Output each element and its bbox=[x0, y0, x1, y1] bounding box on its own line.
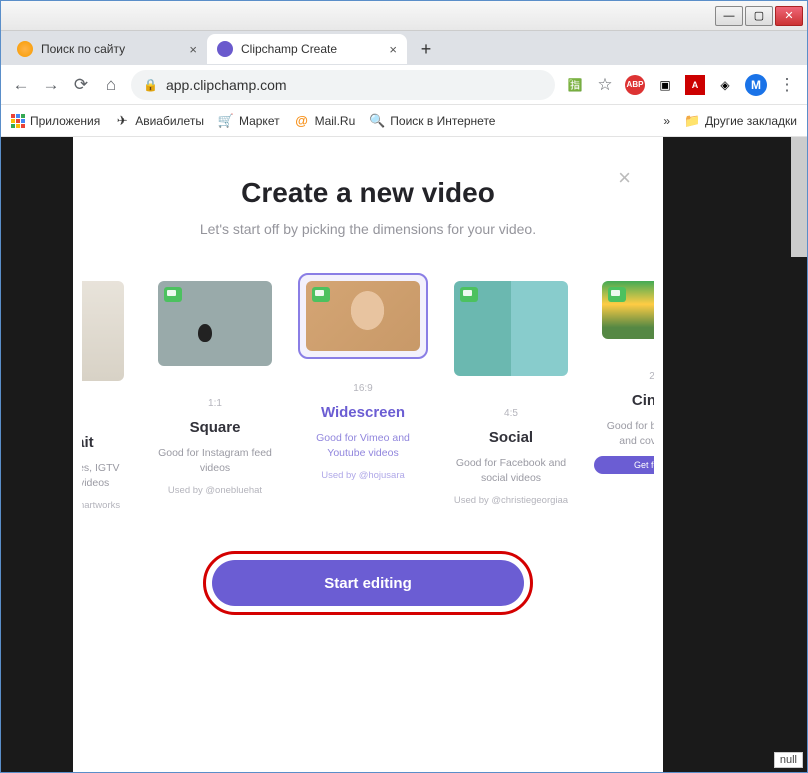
close-tab-icon[interactable]: × bbox=[389, 42, 397, 57]
format-card-portrait[interactable]: 9:16 Portrait Good for stories, IGTV and… bbox=[82, 273, 132, 511]
thumbnail bbox=[306, 281, 420, 351]
other-bookmarks[interactable]: 📁Другие закладки bbox=[684, 113, 797, 129]
bookmarks-bar: Приложения ✈Авиабилеты 🛒Маркет @Mail.Ru … bbox=[1, 105, 807, 137]
format-card-cinema[interactable]: 21:9 Cinema Good for blog headers and co… bbox=[594, 273, 654, 511]
at-icon: @ bbox=[294, 113, 310, 129]
profile-avatar[interactable]: M bbox=[745, 74, 767, 96]
bookmark-mailru[interactable]: @Mail.Ru bbox=[294, 113, 356, 129]
favicon-icon bbox=[217, 41, 233, 57]
aspect-ratio: 4:5 bbox=[446, 408, 576, 419]
close-modal-icon[interactable]: × bbox=[618, 165, 631, 191]
format-desc: Good for Facebook and social videos bbox=[446, 456, 576, 485]
window-titlebar: — ▢ ✕ bbox=[1, 1, 807, 31]
format-credit: Used by @onebluehat bbox=[150, 485, 280, 496]
favicon-icon bbox=[17, 41, 33, 57]
bookmark-avia[interactable]: ✈Авиабилеты bbox=[114, 113, 204, 129]
thumbnail bbox=[158, 281, 272, 366]
template-badge-icon bbox=[312, 287, 330, 302]
cart-icon: 🛒 bbox=[218, 113, 234, 129]
format-credit: Used by @hojusara bbox=[298, 470, 428, 481]
close-window-button[interactable]: ✕ bbox=[775, 6, 803, 26]
get-featured-pill[interactable]: Get featured bbox=[594, 456, 654, 474]
null-indicator: null bbox=[774, 752, 803, 768]
aspect-ratio: 9:16 bbox=[82, 413, 132, 424]
browser-tab-strip: Поиск по сайту × Clipchamp Create × + bbox=[1, 31, 807, 65]
create-video-modal: × Create a new video Let's start off by … bbox=[73, 137, 663, 772]
format-card-widescreen[interactable]: 16:9 Widescreen Good for Vimeo and Youtu… bbox=[298, 273, 428, 511]
aspect-ratio: 16:9 bbox=[298, 383, 428, 394]
close-tab-icon[interactable]: × bbox=[189, 42, 197, 57]
menu-icon[interactable]: ⋮ bbox=[777, 75, 797, 95]
template-badge-icon bbox=[460, 287, 478, 302]
format-credit: Used by @catrinartworks bbox=[82, 500, 132, 511]
browser-toolbar: ← → ⟳ ⌂ 🔒 app.clipchamp.com 🈯 ☆ ABP ▣ A … bbox=[1, 65, 807, 105]
thumbnail bbox=[454, 281, 568, 376]
search-icon: 🔍 bbox=[369, 113, 385, 129]
format-cards: 9:16 Portrait Good for stories, IGTV and… bbox=[73, 273, 663, 511]
thumbnail bbox=[602, 281, 654, 339]
extension-icon-2[interactable]: ◈ bbox=[715, 75, 735, 95]
page-content: × Create a new video Let's start off by … bbox=[1, 137, 807, 772]
minimize-button[interactable]: — bbox=[715, 6, 743, 26]
apps-bookmark[interactable]: Приложения bbox=[11, 114, 100, 128]
template-badge-icon bbox=[164, 287, 182, 302]
start-editing-button[interactable]: Start editing bbox=[212, 560, 524, 606]
format-desc: Good for Vimeo and Youtube videos bbox=[298, 431, 428, 460]
lock-icon: 🔒 bbox=[143, 78, 158, 92]
extension-icon[interactable]: ▣ bbox=[655, 75, 675, 95]
new-tab-button[interactable]: + bbox=[413, 36, 439, 62]
scrollbar[interactable] bbox=[791, 137, 807, 257]
maximize-button[interactable]: ▢ bbox=[745, 6, 773, 26]
bookmarks-overflow[interactable]: » bbox=[663, 114, 670, 128]
url-text: app.clipchamp.com bbox=[166, 77, 287, 93]
address-bar[interactable]: 🔒 app.clipchamp.com bbox=[131, 70, 555, 100]
format-name: Cinema bbox=[594, 392, 654, 409]
format-card-social[interactable]: 4:5 Social Good for Facebook and social … bbox=[446, 273, 576, 511]
template-badge-icon bbox=[608, 287, 626, 302]
browser-tab-1[interactable]: Clipchamp Create × bbox=[207, 34, 407, 64]
format-desc: Good for Instagram feed videos bbox=[150, 446, 280, 475]
aspect-ratio: 1:1 bbox=[150, 398, 280, 409]
modal-title: Create a new video bbox=[73, 177, 663, 209]
reload-button[interactable]: ⟳ bbox=[71, 75, 91, 95]
aspect-ratio: 21:9 bbox=[594, 371, 654, 382]
format-name: Portrait bbox=[82, 434, 132, 451]
bookmark-star-icon[interactable]: ☆ bbox=[595, 75, 615, 95]
forward-button[interactable]: → bbox=[41, 75, 61, 95]
adblock-icon[interactable]: ABP bbox=[625, 75, 645, 95]
plane-icon: ✈ bbox=[114, 113, 130, 129]
acrobat-icon[interactable]: A bbox=[685, 75, 705, 95]
format-name: Square bbox=[150, 419, 280, 436]
cta-highlight: Start editing bbox=[203, 551, 533, 615]
format-card-square[interactable]: 1:1 Square Good for Instagram feed video… bbox=[150, 273, 280, 511]
apps-grid-icon bbox=[11, 114, 25, 128]
format-name: Social bbox=[446, 429, 576, 446]
thumbnail bbox=[82, 281, 124, 381]
format-name: Widescreen bbox=[298, 404, 428, 421]
modal-subtitle: Let's start off by picking the dimension… bbox=[73, 221, 663, 237]
browser-tab-0[interactable]: Поиск по сайту × bbox=[7, 34, 207, 64]
back-button[interactable]: ← bbox=[11, 75, 31, 95]
format-desc: Good for stories, IGTV and mobile videos bbox=[82, 461, 132, 490]
format-desc: Good for blog headers and cover videos bbox=[594, 419, 654, 448]
home-button[interactable]: ⌂ bbox=[101, 75, 121, 95]
folder-icon: 📁 bbox=[684, 113, 700, 129]
translate-icon[interactable]: 🈯 bbox=[565, 75, 585, 95]
format-credit: Used by @christiegeorgiaa bbox=[446, 495, 576, 506]
tab-title: Поиск по сайту bbox=[41, 42, 181, 56]
bookmark-search[interactable]: 🔍Поиск в Интернете bbox=[369, 113, 495, 129]
bookmark-market[interactable]: 🛒Маркет bbox=[218, 113, 280, 129]
tab-title: Clipchamp Create bbox=[241, 42, 381, 56]
